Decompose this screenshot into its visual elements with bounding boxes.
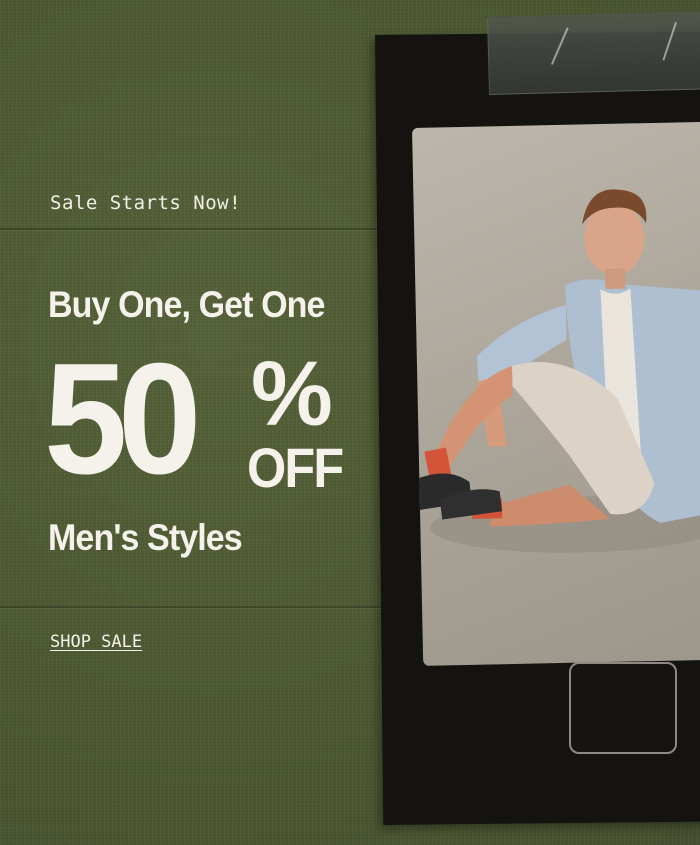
phone-home-button[interactable]: [569, 662, 677, 754]
discount-number: 50: [44, 331, 201, 507]
promo-headline: Buy One, Get One: [48, 284, 325, 325]
tape-shine-mark: [662, 21, 678, 61]
promo-subhead: Men's Styles: [48, 517, 243, 558]
shop-sale-link[interactable]: SHOP SALE: [50, 632, 142, 652]
tape-strip: [487, 10, 700, 96]
discount-percent-symbol: %: [251, 343, 333, 445]
divider-line-top: [0, 228, 395, 230]
tape-shine-mark: [550, 27, 569, 65]
divider-line-bottom: [0, 606, 395, 608]
discount-off-label: OFF: [247, 436, 344, 499]
phone-screen[interactable]: [412, 121, 700, 666]
man-sitting-photo: [419, 189, 700, 553]
sale-eyebrow-text: Sale Starts Now!: [50, 192, 242, 214]
